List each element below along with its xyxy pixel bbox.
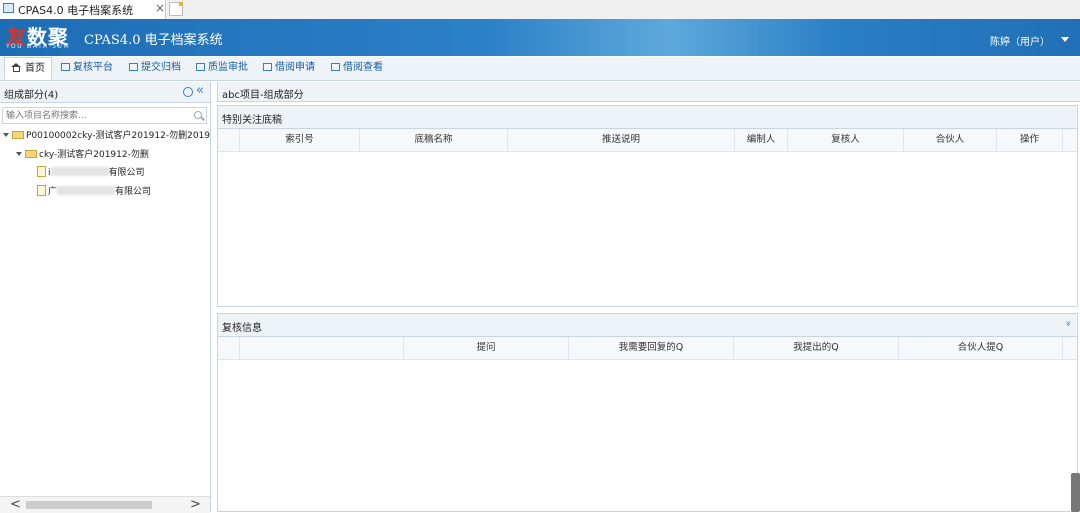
scroll-left-icon[interactable]: <: [10, 497, 21, 512]
expand-arrow-icon[interactable]: [16, 152, 22, 156]
user-menu[interactable]: 陈婷（用户）: [990, 33, 1050, 48]
column-header-select: [218, 129, 240, 151]
panel-header: 复核信息 »: [218, 314, 1077, 337]
document-icon: [263, 63, 272, 71]
refresh-icon[interactable]: [183, 87, 193, 97]
nav-borrow-view[interactable]: 借阅查看: [331, 57, 383, 79]
column-header[interactable]: 我提出的Q: [734, 337, 899, 359]
review-info-panel: 复核信息 » 提问 我需要回复的Q 我提出的Q 合伙人提Q: [217, 313, 1078, 512]
new-tab-icon[interactable]: [169, 2, 183, 16]
folder-icon: [25, 150, 37, 158]
scroll-thumb[interactable]: [26, 501, 152, 509]
panel-title: 特别关注底稿: [222, 115, 282, 126]
close-icon[interactable]: ×: [155, 1, 165, 15]
column-header[interactable]: 合伙人提Q: [899, 337, 1063, 359]
horizontal-scrollbar[interactable]: < >: [0, 496, 210, 513]
tree-node-company-2[interactable]: 广有限公司: [37, 184, 151, 200]
sidebar: 组成部分(4) « P00100002cky-测试客户201912-勿删2019…: [0, 82, 211, 513]
column-header[interactable]: 合伙人: [904, 129, 997, 151]
browser-tab-title: CPAS4.0 电子档案系统: [18, 4, 134, 17]
document-icon: [129, 63, 138, 71]
column-header[interactable]: 我需要回复的Q: [569, 337, 734, 359]
browser-tabstrip: CPAS4.0 电子档案系统 ×: [0, 0, 1080, 20]
expand-icon[interactable]: »: [1062, 320, 1073, 326]
app-title: CPAS4.0 电子档案系统: [84, 33, 223, 48]
special-attention-panel: 特别关注底稿 索引号 底稿名称 推送说明 编制人 复核人 合伙人 操作: [217, 105, 1078, 307]
column-header[interactable]: 索引号: [240, 129, 360, 151]
main-nav: 首页 复核平台 提交归档 质监审批 借阅申请 借阅查看: [0, 57, 1080, 81]
scroll-right-icon[interactable]: >: [190, 497, 201, 512]
document-icon: [37, 185, 46, 196]
monitor-icon: [61, 63, 70, 71]
redacted-text: [57, 186, 116, 195]
column-header[interactable]: 提问: [404, 337, 569, 359]
column-header: [240, 337, 404, 359]
collapse-icon[interactable]: «: [196, 83, 204, 98]
redacted-text: [50, 167, 109, 176]
breadcrumb: abc项目-组成部分: [217, 82, 1080, 102]
column-header[interactable]: 推送说明: [508, 129, 735, 151]
nav-review-platform[interactable]: 复核平台: [61, 57, 113, 79]
document-icon: [196, 63, 205, 71]
nav-submit-archive[interactable]: 提交归档: [129, 57, 181, 79]
tree-node-company-1[interactable]: i 有限公司: [37, 165, 145, 181]
sidebar-header: 组成部分(4) «: [0, 82, 210, 103]
nav-home[interactable]: 首页: [4, 57, 52, 80]
browser-tab[interactable]: CPAS4.0 电子档案系统 ×: [0, 0, 166, 19]
home-icon: [11, 63, 22, 72]
column-header-select: [218, 337, 240, 359]
document-icon: [331, 63, 340, 71]
nav-quality-approval[interactable]: 质监审批: [196, 57, 248, 79]
nav-borrow-request[interactable]: 借阅申请: [263, 57, 315, 79]
document-icon: [37, 166, 46, 177]
panel-header: 特别关注底稿: [218, 106, 1077, 129]
column-header[interactable]: 操作: [997, 129, 1063, 151]
search-input[interactable]: [2, 107, 207, 124]
column-header[interactable]: 编制人: [735, 129, 788, 151]
panel-title: 复核信息: [222, 323, 262, 334]
search-icon[interactable]: [194, 111, 202, 119]
monitor-icon: [3, 3, 14, 13]
tree-node-project[interactable]: P00100002cky-测试客户201912-勿删2019年度审计: [3, 128, 210, 144]
table-header: 提问 我需要回复的Q 我提出的Q 合伙人提Q: [218, 337, 1077, 360]
vertical-scrollbar[interactable]: [1071, 473, 1080, 512]
folder-icon: [12, 131, 24, 139]
chevron-down-icon[interactable]: [1061, 37, 1069, 42]
table-header: 索引号 底稿名称 推送说明 编制人 复核人 合伙人 操作: [218, 129, 1077, 152]
tree-node-client[interactable]: cky-测试客户201912-勿删: [16, 147, 149, 163]
sidebar-title: 组成部分(4): [4, 90, 59, 101]
logo-subtitle: YOU DATA SUM: [6, 43, 71, 50]
column-header[interactable]: 复核人: [788, 129, 904, 151]
expand-arrow-icon[interactable]: [3, 133, 9, 137]
column-header[interactable]: 底稿名称: [360, 129, 508, 151]
